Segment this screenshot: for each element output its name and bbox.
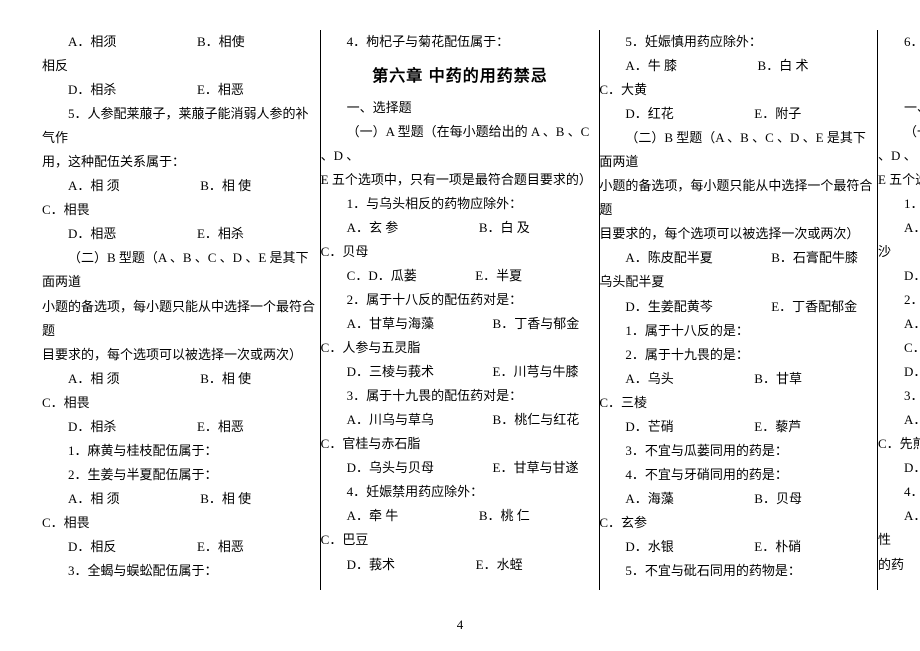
page-number: 4 [0,613,920,637]
text-line: 相反 [42,54,321,78]
text-line: D．磁石、牡蛎E．以上均不是 [878,264,920,288]
text-line: 2．属于十八反的配伍药对是： [321,288,600,312]
text-line: C．贝母 [321,240,600,264]
text-line: 目要求的，每个选项可以被选择一次或两次） [599,222,878,246]
chapter-heading: 第七章 中药的剂量与用法 [878,62,920,92]
text-line: A．相 须B．相 使 [42,487,321,511]
text-line: C．相畏 [42,391,321,415]
text-line: 5．妊娠慎用药应除外： [599,30,878,54]
text-line: D．烊化E．冲服 [878,456,920,480]
text-line: C．人参与五灵脂 [321,336,600,360]
text-line: A．相 须B．相 使 [42,174,321,198]
text-line: C．D．瓜蒌E．半夏 [321,264,600,288]
text-line: C．相畏 [42,511,321,535]
text-line: C．先煎 [878,432,920,456]
text-line: A．牵 牛B．桃 仁 [321,504,600,528]
text-line: 1．麻黄与桂枝配伍属于： [42,439,321,463]
text-line: A．相须B．相使 [42,30,321,54]
text-line: D．人参、鹿茸 [878,360,920,384]
text-line: 一、选择题 [878,96,920,120]
text-line: A．薄荷、白豆蔻B．蒲黄、海金 [878,216,920,240]
text-line: 用，这种配伍关系属于： [42,150,321,174]
text-line: 3．全蝎与蜈蚣配伍属于： [42,559,321,583]
text-line: A．川乌与草乌B．桃仁与红花 [321,408,600,432]
chapter-heading: 第六章 中药的用药禁忌 [321,62,600,92]
text-line: 5．不宜与砒石同用的药物是： [599,559,878,583]
page-body: A．相须B．相使 相反 D．相杀E．相恶 5．人参配莱菔子，莱菔子能消弱人参的补… [0,0,920,600]
text-line: D．三棱与莪术E．川芎与牛膝 [321,360,600,384]
text-line: E 五个选项中，只有一项是最符合题目要求的） [878,168,920,192]
text-line: D．相杀E．相恶 [42,78,321,102]
text-line: C．相畏 [42,198,321,222]
text-line: A．甘草与海藻B．丁香与郁金 [321,312,600,336]
text-line: 6．不宜与硫黄同用的药物是： [878,30,920,54]
text-line: （二）B 型题（A 、B 、C 、D 、E 是其下面两道 [42,246,321,294]
text-line: 一、选择题 [321,96,600,120]
text-line: 3．蒲黄、旋覆花等药入煎剂宜： [878,384,920,408]
text-line: D．相反E．相恶 [42,535,321,559]
text-line: 1．属于十八反的是： [599,319,878,343]
text-line: A．峻下逐水药B．对胃肠有刺激性 [878,504,920,552]
text-line: D．红花E．附子 [599,102,878,126]
text-line: C．大黄 [599,78,878,102]
text-line: C．三棱 [599,391,878,415]
text-line: A．磁石、牡蛎B．蒲黄、海金沙 [878,312,920,336]
text-line: 的药C．驱虫药 [878,553,920,577]
text-line: A．海藻B．贝母 [599,487,878,511]
text-line: 3．属于十九畏的配伍药对是： [321,384,600,408]
text-line: A．玄 参B．白 及 [321,216,600,240]
text-line: E 五个选项中，只有一项是最符合题目要求的） [321,168,600,192]
text-line: 2．生姜与半夏配伍属于： [42,463,321,487]
text-line: 1．与乌头相反的药物应除外： [321,192,600,216]
text-line: D．水银E．朴硝 [599,535,878,559]
text-line: A．相 须B．相 使 [42,367,321,391]
text-line: D．生姜配黄芩E．丁香配郁金 [599,295,878,319]
text-line: （一）A 型题（在每小题给出的 A 、B 、C 、D 、 [878,120,920,168]
text-line: 4．妊娠禁用药应除外： [321,480,600,504]
text-line: A．牛 膝B．白 术 [599,54,878,78]
text-line: A．乌头B．甘草 [599,367,878,391]
text-line: D．相杀E．相恶 [42,415,321,439]
text-line: 1．入汤剂需先煎的药物是： [878,192,920,216]
text-line: 目要求的，每个选项可以被选择一次或两次） [42,343,321,367]
text-line: C．官桂与赤石脂 [321,432,600,456]
text-line: C．玄参 [599,511,878,535]
text-line: D．乌头与贝母E．甘草与甘遂 [321,456,600,480]
text-line: 小题的备选项，每小题只能从中选择一个最符合题 [42,295,321,343]
text-line: 4．不宜与牙硝同用的药是： [599,463,878,487]
text-line: D．相恶E．相杀 [42,222,321,246]
text-line: D．莪术E．水蛭 [321,553,600,577]
text-line: D．芒硝E．藜芦 [599,415,878,439]
text-line: （二）B 型题（A 、B 、C 、D 、E 是其下面两道 [599,126,878,174]
text-line: C．薄荷、白豆蔻E．芒硝、阿胶 [878,336,920,360]
text-line: 小题的备选项，每小题只能从中选择一个最符合题 [599,174,878,222]
text-line: 4．枸杞子与菊花配伍属于： [321,30,600,54]
text-line: 2．入汤剂需后下的药物是： [878,288,920,312]
text-line: 4．宜饭后服用的药是： [878,480,920,504]
text-line: （一）A 型题（在每小题给出的 A 、B 、C 、D 、 [321,120,600,168]
text-line: A．包煎B．后 下 [878,408,920,432]
text-line: 3．不宜与瓜蒌同用的药是： [599,439,878,463]
text-line: 2．属于十九畏的是： [599,343,878,367]
text-line: 5．人参配莱菔子，莱菔子能消弱人参的补气作 [42,102,321,150]
text-line: 沙C．人参、阿胶 [878,240,920,264]
text-line: C．巴豆 [321,528,600,552]
text-line: A．陈皮配半夏B．石膏配牛膝 [599,246,878,270]
text-line: 乌头配半夏 [599,270,878,294]
